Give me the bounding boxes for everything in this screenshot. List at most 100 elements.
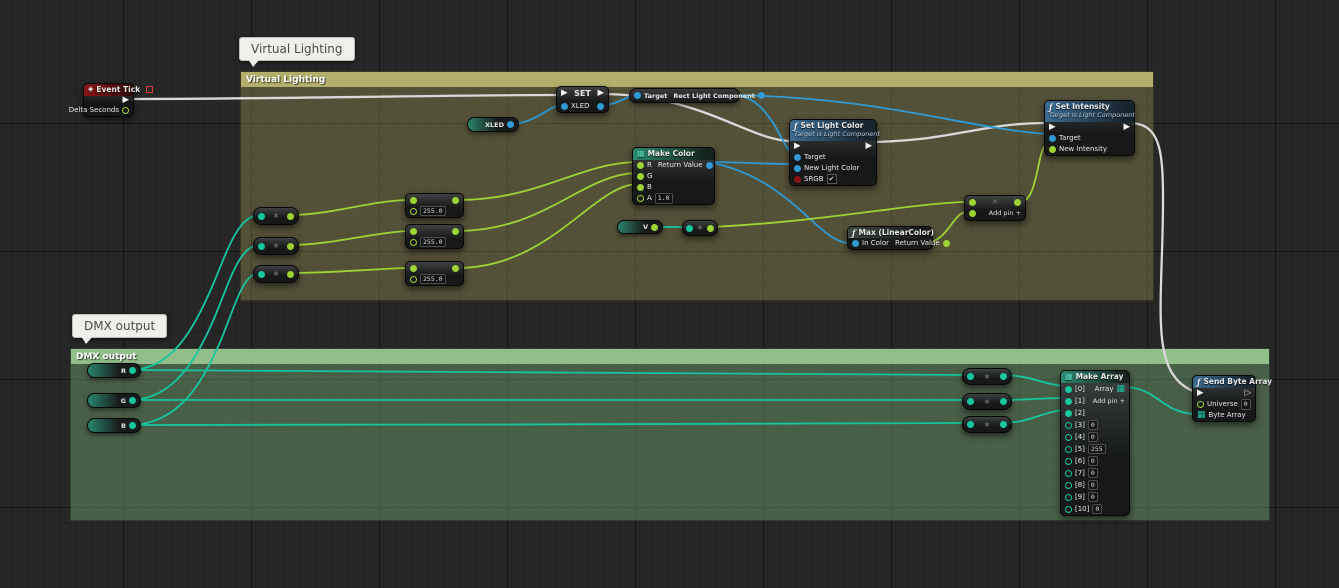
b-getter-pin[interactable]: [129, 422, 136, 429]
node-multiply-intensity[interactable]: × Add pin +: [964, 195, 1026, 221]
exec-in-pin[interactable]: ▶: [794, 142, 801, 151]
r-getter-pin[interactable]: [129, 367, 136, 374]
scale-out-pin[interactable]: [452, 228, 459, 235]
node-scale-b[interactable]: 255.0: [405, 261, 464, 286]
element-value-field[interactable]: 255: [1088, 444, 1106, 455]
blueprint-graph-canvas[interactable]: Virtual Lighting DMX output: [0, 0, 1339, 588]
target-pin[interactable]: [1049, 135, 1056, 142]
scale-value-pin[interactable]: [410, 239, 417, 246]
g-pin[interactable]: [637, 173, 644, 180]
v-getter-pin[interactable]: [651, 224, 658, 231]
conv-out-pin[interactable]: [1000, 398, 1007, 405]
conv-in-pin[interactable]: [686, 225, 693, 232]
element-value-field[interactable]: 0: [1088, 432, 1098, 443]
node-scale-g[interactable]: 255.0: [405, 224, 464, 249]
new-intensity-pin[interactable]: [1049, 146, 1056, 153]
a-pin[interactable]: [637, 195, 644, 202]
scale-out-pin[interactable]: [452, 197, 459, 204]
scale-value-field[interactable]: 255.0: [420, 206, 446, 217]
node-conv-dmx-r[interactable]: ∗: [962, 368, 1012, 385]
node-set-intensity[interactable]: ƒ Set Intensity Target is Light Componen…: [1044, 100, 1135, 156]
conv-in-pin[interactable]: [967, 421, 974, 428]
in-color-pin[interactable]: [852, 240, 859, 247]
multiply-out-pin[interactable]: [1014, 199, 1021, 206]
exec-out-pin[interactable]: ▶: [122, 96, 129, 105]
array-element-pin[interactable]: [1065, 494, 1072, 501]
array-element-pin[interactable]: [1065, 398, 1072, 405]
conv-in-pin[interactable]: [258, 243, 265, 250]
node-get-xled[interactable]: XLED: [467, 117, 519, 132]
conv-in-pin[interactable]: [258, 271, 265, 278]
node-get-b[interactable]: B: [87, 418, 141, 433]
element-value-field[interactable]: 0: [1088, 480, 1098, 491]
target-in-pin[interactable]: [634, 92, 641, 99]
add-pin-button[interactable]: Add pin +: [989, 210, 1021, 217]
array-element-pin[interactable]: [1065, 446, 1072, 453]
node-get-g[interactable]: G: [87, 393, 141, 408]
srgb-pin[interactable]: [794, 176, 801, 183]
return-value-pin[interactable]: [943, 240, 950, 247]
element-value-field[interactable]: 0: [1088, 456, 1098, 467]
target-pin[interactable]: [794, 154, 801, 161]
exec-out-pin[interactable]: ▷: [1244, 389, 1251, 398]
scale-in-pin[interactable]: [410, 228, 417, 235]
r-pin[interactable]: [637, 162, 644, 169]
array-element-pin[interactable]: [1065, 458, 1072, 465]
element-value-field[interactable]: 0: [1088, 468, 1098, 479]
node-conv-r[interactable]: ∗: [253, 207, 299, 225]
array-element-pin[interactable]: [1065, 470, 1072, 477]
conv-out-pin[interactable]: [707, 225, 714, 232]
conv-out-pin[interactable]: [287, 213, 294, 220]
exec-out-pin[interactable]: ▶: [1123, 123, 1130, 132]
node-conv-dmx-b[interactable]: ∗: [962, 416, 1012, 433]
array-out-pin[interactable]: ▦: [1116, 385, 1125, 394]
scale-in-pin[interactable]: [410, 197, 417, 204]
conv-out-pin[interactable]: [287, 271, 294, 278]
node-conv-g[interactable]: ∗: [253, 237, 299, 255]
b-pin[interactable]: [637, 184, 644, 191]
exec-in-pin[interactable]: ▶: [1197, 389, 1204, 398]
component-out-pin[interactable]: [758, 92, 765, 99]
universe-pin[interactable]: [1197, 401, 1204, 408]
element-value-field[interactable]: 0: [1092, 504, 1102, 515]
node-rect-light-component[interactable]: Target Rect Light Component: [629, 88, 740, 103]
delta-seconds-pin[interactable]: [122, 107, 129, 114]
conv-out-pin[interactable]: [1000, 421, 1007, 428]
scale-value-field[interactable]: 255.0: [420, 237, 446, 248]
conv-out-pin[interactable]: [287, 243, 294, 250]
node-make-color[interactable]: ▦ Make Color R Return Value G B A 1.0: [632, 147, 715, 205]
multiply-in-b-pin[interactable]: [969, 210, 976, 217]
exec-out-pin[interactable]: ▶: [597, 89, 604, 98]
xled-out-pin[interactable]: [597, 103, 604, 110]
scale-value-field[interactable]: 255.0: [420, 274, 446, 285]
node-set-xled[interactable]: ▶ SET ▶ XLED: [556, 86, 609, 113]
conv-in-pin[interactable]: [258, 213, 265, 220]
array-element-pin[interactable]: [1065, 434, 1072, 441]
exec-out-pin[interactable]: ▶: [865, 142, 872, 151]
xled-in-pin[interactable]: [561, 103, 568, 110]
node-make-array[interactable]: ▦ Make Array [0] Array ▦ [1] Add pin + […: [1060, 370, 1130, 516]
a-value-field[interactable]: 1.0: [655, 193, 673, 204]
scale-value-pin[interactable]: [410, 208, 417, 215]
new-light-color-pin[interactable]: [794, 165, 801, 172]
srgb-checkbox[interactable]: ✔: [827, 174, 837, 184]
array-element-pin[interactable]: [1065, 386, 1072, 393]
conv-in-pin[interactable]: [967, 373, 974, 380]
element-value-field[interactable]: 0: [1088, 492, 1098, 503]
add-pin-button[interactable]: Add pin +: [1093, 398, 1125, 405]
universe-value-field[interactable]: 0: [1241, 399, 1251, 410]
exec-in-pin[interactable]: ▶: [561, 89, 568, 98]
conv-out-pin[interactable]: [1000, 373, 1007, 380]
node-send-byte-array[interactable]: ƒ Send Byte Array ▶ ▷ Universe 0 ▦ Byte …: [1192, 375, 1256, 422]
multiply-in-a-pin[interactable]: [969, 199, 976, 206]
array-element-pin[interactable]: [1065, 506, 1072, 513]
conv-in-pin[interactable]: [967, 398, 974, 405]
g-getter-pin[interactable]: [129, 397, 136, 404]
xled-getter-pin[interactable]: [507, 121, 514, 128]
node-set-light-color[interactable]: ƒ Set Light Color Target is Light Compon…: [789, 119, 877, 186]
byte-array-pin[interactable]: ▦: [1197, 411, 1206, 420]
scale-value-pin[interactable]: [410, 276, 417, 283]
element-value-field[interactable]: 0: [1088, 420, 1098, 431]
node-event-tick[interactable]: ◈ Event Tick ▶ Delta Seconds: [83, 83, 134, 117]
array-element-pin[interactable]: [1065, 410, 1072, 417]
